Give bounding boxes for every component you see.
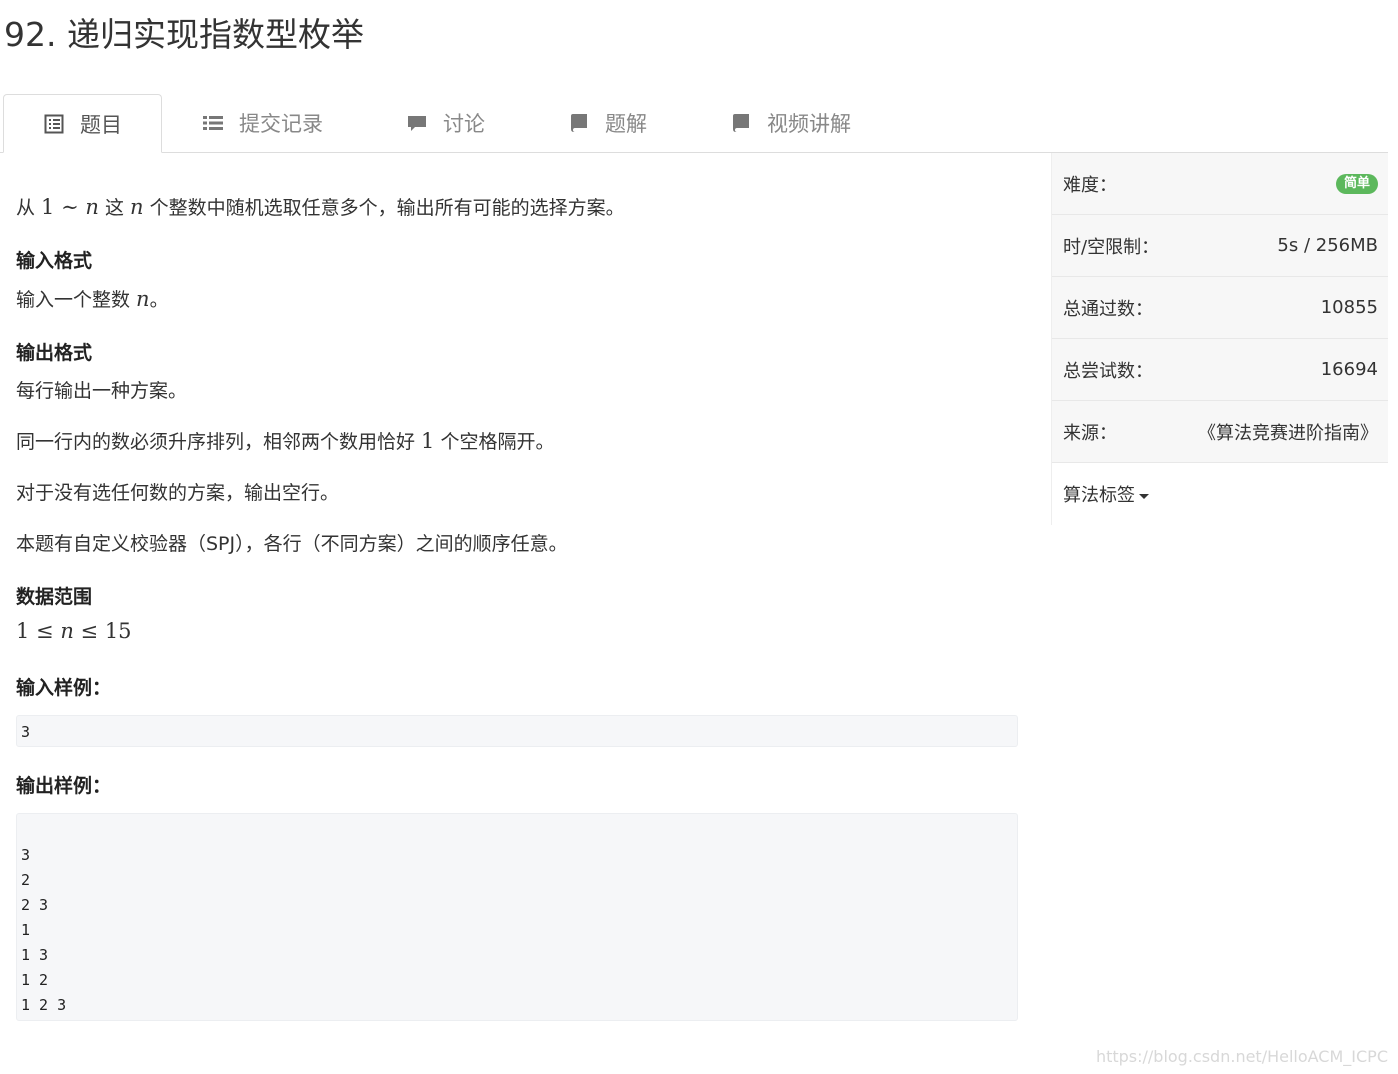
problem-description: 从 1 ∼ n 这 n 个整数中随机选取任意多个，输出所有可能的选择方案。 — [16, 193, 625, 220]
tab-label: 提交记录 — [239, 112, 323, 136]
output-format-line: 同一行内的数必须升序排列，相邻两个数用恰好 1 个空格隔开。 — [16, 427, 554, 454]
list-alt-icon — [44, 114, 64, 134]
passed-row: 总通过数： 10855 — [1052, 277, 1388, 339]
source-value[interactable]: 《算法竞赛进阶指南》 — [1198, 419, 1378, 445]
math-number: 15 — [104, 619, 132, 643]
math-number: 1 — [16, 619, 30, 643]
tab-discussion[interactable]: 讨论 — [407, 94, 485, 152]
difficulty-badge: 简单 — [1335, 173, 1378, 194]
tab-video[interactable]: 视频讲解 — [731, 94, 851, 152]
math-var: n — [130, 195, 144, 219]
math-symbol: ≤ — [29, 619, 61, 643]
text: 。 — [149, 289, 169, 311]
code-line: 2 — [21, 871, 31, 889]
attempts-value: 16694 — [1320, 359, 1378, 380]
tab-label: 题解 — [605, 112, 647, 136]
input-format-heading: 输入格式 — [16, 250, 93, 272]
code-line: 3 — [21, 846, 31, 864]
source-label: 来源： — [1063, 422, 1117, 444]
sample-input-heading: 输入样例： — [16, 677, 112, 699]
text: 个整数中随机选取任意多个，输出所有可能的选择方案。 — [143, 197, 625, 219]
limit-value: 5s / 256MB — [1277, 235, 1378, 256]
tab-problem[interactable]: 题目 — [3, 94, 162, 153]
book-icon — [569, 113, 589, 133]
math-number: 1 — [41, 195, 55, 219]
problem-info-sidebar: 难度： 简单 时/空限制： 5s / 256MB 总通过数： 10855 总尝试… — [1051, 153, 1388, 525]
math-symbol: ≤ — [73, 619, 105, 643]
output-format-line: 每行输出一种方案。 — [16, 380, 188, 402]
watermark: https://blog.csdn.net/HelloACM_ICPC — [1095, 1047, 1388, 1066]
limit-label: 时/空限制： — [1063, 236, 1160, 258]
data-range-formula: 1 ≤ n ≤ 15 — [16, 619, 132, 643]
output-format-heading: 输出格式 — [16, 342, 93, 364]
data-range-heading: 数据范围 — [16, 586, 93, 608]
output-format-line: 本题有自定义校验器（SPJ），各行（不同方案）之间的顺序任意。 — [16, 533, 568, 555]
input-format-text: 输入一个整数 n。 — [16, 285, 169, 312]
code-line: 1 — [21, 921, 31, 939]
difficulty-row: 难度： 简单 — [1052, 153, 1388, 215]
tab-solutions[interactable]: 题解 — [569, 94, 647, 152]
sample-input-block[interactable]: 3 — [16, 715, 1018, 747]
math-symbol: ∼ — [54, 195, 86, 219]
math-var: n — [85, 195, 99, 219]
code-line: 3 — [21, 723, 31, 741]
limit-row: 时/空限制： 5s / 256MB — [1052, 215, 1388, 277]
text: 同一行内的数必须升序排列，相邻两个数用恰好 — [16, 431, 422, 453]
caret-down-icon — [1139, 493, 1149, 499]
tab-submissions[interactable]: 提交记录 — [203, 94, 323, 152]
output-format-line: 对于没有选任何数的方案，输出空行。 — [16, 482, 340, 504]
passed-value: 10855 — [1320, 297, 1378, 318]
algorithm-tags-toggle[interactable]: 算法标签 — [1063, 481, 1149, 507]
text: 个空格隔开。 — [434, 431, 555, 453]
tab-label: 题目 — [80, 112, 122, 137]
text: 从 — [16, 197, 42, 219]
math-number: 1 — [421, 429, 435, 453]
text: 这 — [98, 197, 130, 219]
passed-label: 总通过数： — [1063, 298, 1153, 320]
list-icon — [203, 113, 223, 133]
text: 输入一个整数 — [16, 289, 137, 311]
attempts-row: 总尝试数： 16694 — [1052, 339, 1388, 401]
math-var: n — [60, 619, 74, 643]
tab-bar: 题目 提交记录 讨论 题解 视频讲解 — [0, 94, 1388, 153]
code-line: 2 3 — [21, 896, 49, 914]
attempts-label: 总尝试数： — [1063, 360, 1153, 382]
book-icon — [731, 113, 751, 133]
sample-output-block[interactable]: 3 2 2 3 1 1 3 1 2 1 2 3 — [16, 813, 1018, 1021]
page-title: 92. 递归实现指数型枚举 — [4, 15, 364, 54]
difficulty-label: 难度： — [1063, 174, 1117, 196]
tags-label: 算法标签 — [1063, 485, 1135, 506]
sample-output-heading: 输出样例： — [16, 775, 112, 797]
source-row: 来源： 《算法竞赛进阶指南》 — [1052, 401, 1388, 463]
tab-label: 视频讲解 — [767, 112, 851, 136]
math-var: n — [136, 287, 150, 311]
tab-label: 讨论 — [443, 112, 485, 136]
code-line: 1 2 3 — [21, 996, 67, 1014]
tags-row: 算法标签 — [1052, 463, 1388, 525]
code-line: 1 3 — [21, 946, 49, 964]
comment-icon — [407, 113, 427, 133]
code-line: 1 2 — [21, 971, 49, 989]
